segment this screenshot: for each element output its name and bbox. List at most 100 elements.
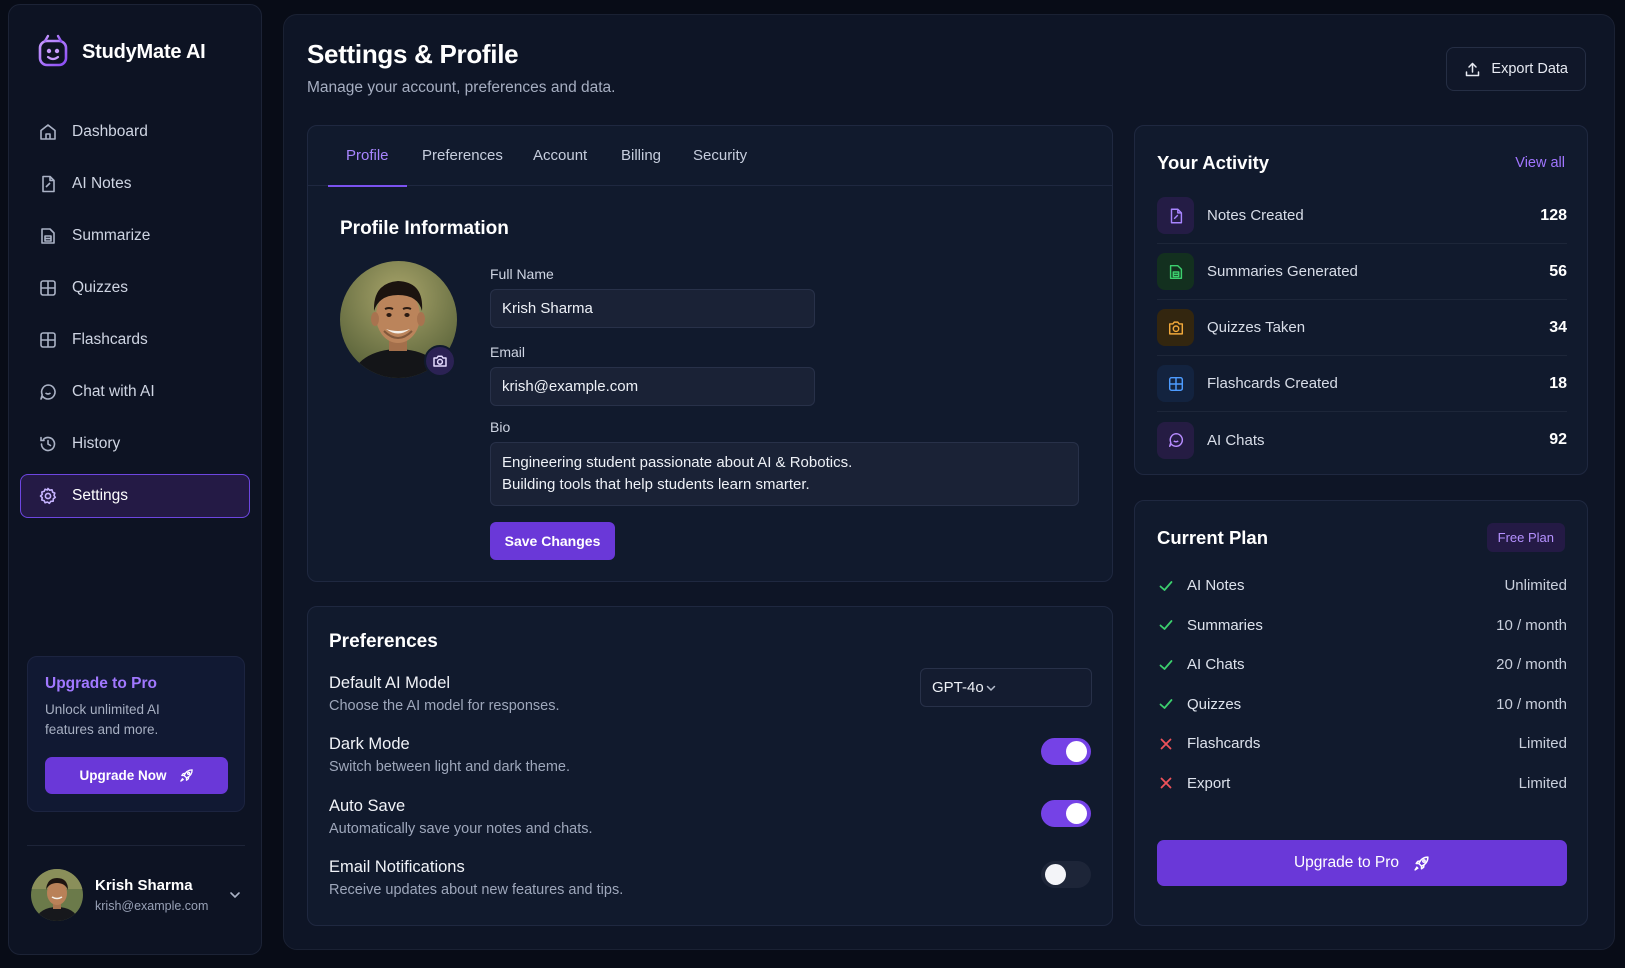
upgrade-now-button[interactable]: Upgrade Now: [45, 757, 228, 794]
plan-feature-list: AI Notes Unlimited Summaries 10 / month …: [1157, 566, 1567, 803]
sidebar-item-label: Quizzes: [72, 279, 128, 296]
camera-icon: [432, 353, 448, 369]
cross-icon: [1157, 735, 1187, 753]
bio-line: Building tools that help students learn …: [502, 476, 810, 493]
pref-name: Email Notifications: [329, 858, 465, 876]
email-field[interactable]: krish@example.com: [490, 367, 815, 406]
activity-value: 34: [1549, 318, 1567, 336]
chevron-down-icon[interactable]: [227, 887, 243, 903]
plan-badge: Free Plan: [1486, 523, 1565, 552]
change-photo-button[interactable]: [424, 345, 456, 377]
sidebar-item-chat[interactable]: Chat with AI: [20, 370, 250, 414]
sidebar-item-label: Dashboard: [72, 123, 148, 140]
plan-title: Current Plan: [1157, 527, 1269, 548]
sidebar-item-ai-notes[interactable]: AI Notes: [20, 162, 250, 206]
tab-billing[interactable]: Billing: [603, 126, 679, 186]
tab-preferences[interactable]: Preferences: [404, 126, 521, 186]
ai-model-select[interactable]: GPT-4o: [920, 668, 1092, 707]
rocket-icon: [179, 768, 194, 783]
upgrade-card: Upgrade to Pro Unlock unlimited AI featu…: [27, 656, 245, 812]
sidebar-item-label: Summarize: [72, 227, 151, 244]
activity-card: Your Activity View all Notes Created 128…: [1134, 125, 1588, 475]
plan-limit: Limited: [1518, 735, 1567, 753]
upgrade-to-pro-button[interactable]: Upgrade to Pro: [1157, 840, 1567, 886]
sidebar-item-settings[interactable]: Settings: [20, 474, 250, 518]
plan-limit: 20 / month: [1496, 656, 1567, 674]
list-item: Export Limited: [1157, 764, 1567, 804]
dark-mode-toggle[interactable]: [1041, 738, 1091, 765]
preferences-card: Preferences Default AI Model Choose the …: [307, 606, 1113, 926]
check-icon: [1157, 616, 1187, 634]
brand-logo-icon: [34, 33, 72, 71]
profile-section-title: Profile Information: [340, 218, 509, 239]
grid-icon: [1157, 365, 1194, 402]
plan-feature: Flashcards: [1187, 735, 1261, 753]
sidebar-nav: Dashboard AI Notes Summarize Quizzes Fla…: [20, 110, 250, 526]
plan-limit: Unlimited: [1504, 577, 1567, 595]
email-notifications-toggle[interactable]: [1041, 861, 1091, 888]
user-name: Krish Sharma: [95, 877, 193, 894]
full-name-field[interactable]: Krish Sharma: [490, 289, 815, 328]
plan-feature: AI Notes: [1187, 577, 1245, 595]
sidebar-item-summarize[interactable]: Summarize: [20, 214, 250, 258]
user-menu[interactable]: Krish Sharma krish@example.com: [31, 868, 243, 922]
sidebar-item-flashcards[interactable]: Flashcards: [20, 318, 250, 362]
chevron-down-icon: [984, 681, 998, 695]
list-item: AI Notes Unlimited: [1157, 566, 1567, 606]
plan-feature: Summaries: [1187, 616, 1263, 634]
auto-save-toggle[interactable]: [1041, 800, 1091, 827]
sidebar-item-label: Chat with AI: [72, 383, 155, 400]
plan-feature: Quizzes: [1187, 695, 1242, 713]
list-item: Summaries 10 / month: [1157, 606, 1567, 646]
pref-dark-mode: Dark Mode Switch between light and dark …: [329, 735, 1092, 781]
quiz-icon: [1157, 309, 1194, 346]
sidebar-item-quizzes[interactable]: Quizzes: [20, 266, 250, 310]
profile-card: Profile Preferences Account Billing Secu…: [307, 125, 1113, 582]
plan-limit: 10 / month: [1496, 616, 1567, 634]
list-item: AI Chats 92: [1157, 412, 1567, 468]
list-item: AI Chats 20 / month: [1157, 645, 1567, 685]
list-item: Quizzes Taken 34: [1157, 300, 1567, 356]
tab-account[interactable]: Account: [515, 126, 605, 186]
activity-value: 18: [1549, 374, 1567, 392]
summarize-icon: [38, 226, 58, 246]
chat-icon: [1157, 421, 1194, 459]
list-item: Summaries Generated 56: [1157, 244, 1567, 300]
activity-value: 92: [1549, 431, 1567, 448]
list-item: Quizzes 10 / month: [1157, 685, 1567, 725]
pref-desc: Automatically save your notes and chats.: [329, 821, 593, 837]
email-label: Email: [490, 344, 526, 360]
list-item: Flashcards Limited: [1157, 724, 1567, 764]
pref-desc: Receive updates about new features and t…: [329, 882, 624, 898]
tab-profile[interactable]: Profile: [328, 126, 407, 187]
save-changes-button[interactable]: Save Changes: [490, 522, 615, 560]
bio-textarea[interactable]: Engineering student passionate about AI …: [490, 442, 1079, 506]
avatar: [31, 869, 83, 921]
page-subtitle: Manage your account, preferences and dat…: [307, 79, 616, 96]
sidebar-item-label: AI Notes: [72, 175, 132, 192]
sidebar-item-history[interactable]: History: [20, 422, 250, 466]
list-item: Notes Created 128: [1157, 188, 1567, 244]
activity-list: Notes Created 128 Summaries Generated 56…: [1157, 188, 1567, 468]
cross-icon: [1157, 774, 1187, 792]
plan-feature: Export: [1187, 774, 1231, 792]
export-data-button[interactable]: Export Data: [1446, 47, 1586, 91]
sidebar-item-dashboard[interactable]: Dashboard: [20, 110, 250, 154]
pref-email-notifications: Email Notifications Receive updates abou…: [329, 858, 1092, 904]
bio-label: Bio: [490, 419, 511, 435]
plan-limit: Limited: [1518, 774, 1567, 792]
settings-tabs: Profile Preferences Account Billing Secu…: [308, 126, 1112, 187]
view-all-link[interactable]: View all: [1515, 155, 1565, 171]
pref-auto-save: Auto Save Automatically save your notes …: [329, 797, 1092, 843]
sidebar-item-label: Settings: [72, 487, 129, 504]
check-icon: [1157, 695, 1187, 713]
pref-name: Auto Save: [329, 797, 406, 815]
user-email: krish@example.com: [95, 899, 209, 913]
brand[interactable]: StudyMate AI: [34, 33, 206, 71]
pref-name: Dark Mode: [329, 735, 410, 753]
grid-icon: [38, 330, 58, 350]
tab-security[interactable]: Security: [675, 126, 765, 186]
chat-icon: [38, 382, 58, 402]
home-icon: [38, 122, 58, 142]
activity-label: Flashcards Created: [1207, 375, 1338, 392]
